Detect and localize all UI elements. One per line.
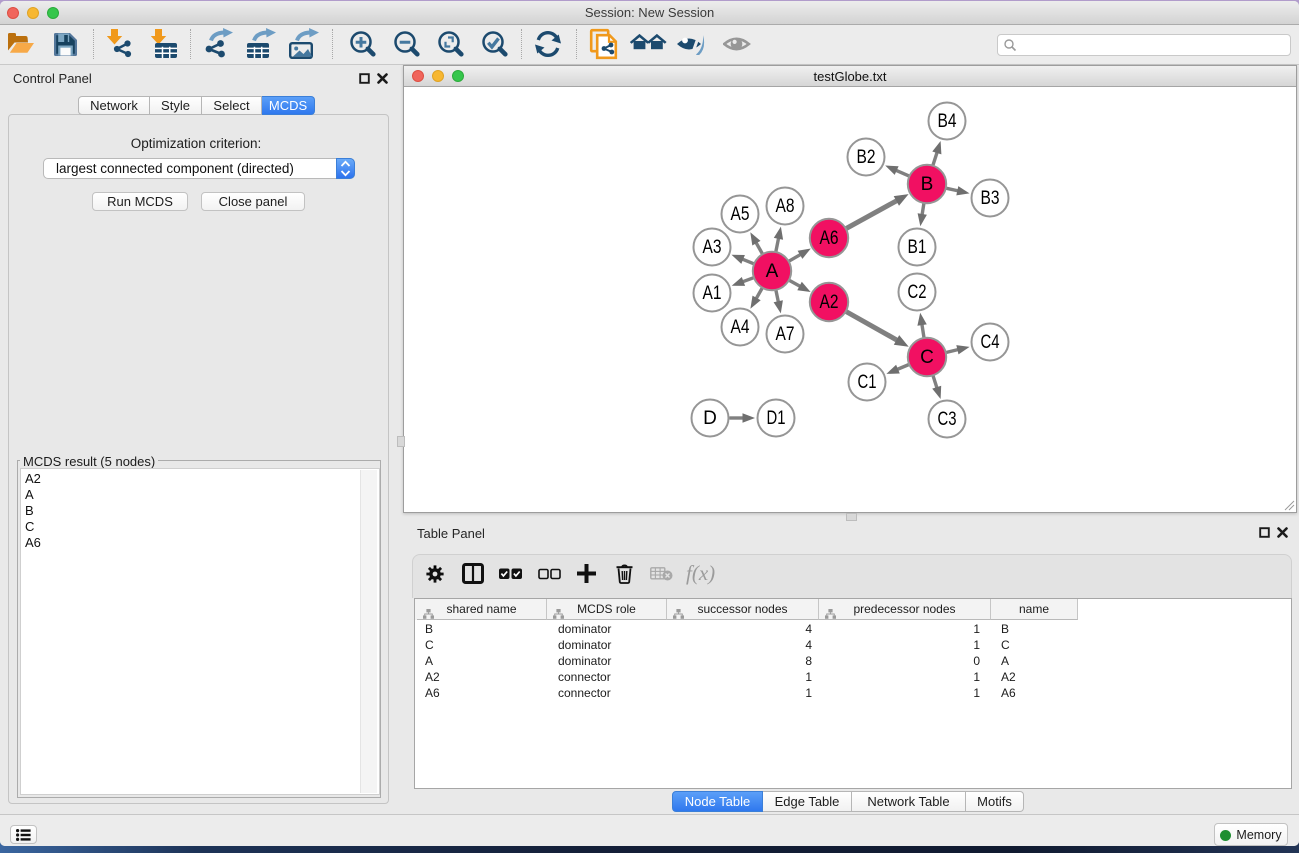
svg-text:D: D xyxy=(703,408,717,429)
svg-text:A8: A8 xyxy=(776,196,795,217)
svg-text:B3: B3 xyxy=(981,188,1000,209)
svg-text:C1: C1 xyxy=(858,372,877,393)
svg-text:A2: A2 xyxy=(820,292,839,313)
svg-text:C4: C4 xyxy=(981,332,1000,353)
svg-text:A3: A3 xyxy=(703,237,722,258)
svg-text:C2: C2 xyxy=(908,282,927,303)
svg-text:A6: A6 xyxy=(820,228,839,249)
svg-text:B: B xyxy=(921,174,934,195)
svg-text:C: C xyxy=(920,347,934,368)
svg-text:A5: A5 xyxy=(731,204,750,225)
svg-text:B1: B1 xyxy=(908,237,927,258)
svg-text:A1: A1 xyxy=(703,283,722,304)
svg-text:A: A xyxy=(766,261,779,282)
svg-text:D1: D1 xyxy=(767,408,786,429)
svg-text:B4: B4 xyxy=(938,111,957,132)
svg-text:B2: B2 xyxy=(857,147,876,168)
svg-text:A4: A4 xyxy=(731,317,750,338)
svg-text:C3: C3 xyxy=(938,409,957,430)
svg-text:A7: A7 xyxy=(776,324,795,345)
